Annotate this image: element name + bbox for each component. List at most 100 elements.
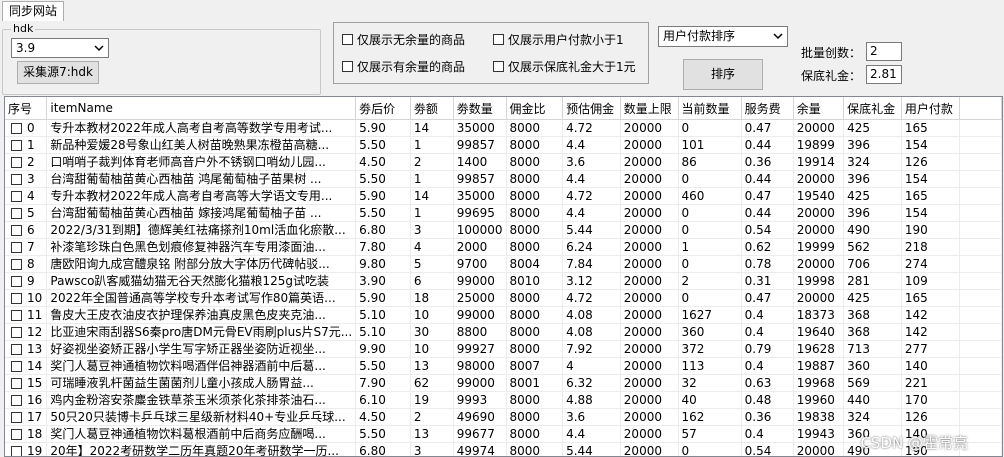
table-row[interactable]: 13 好姿视坐姿矫正器小学生写字矫正器坐姿防近视坐... 9.90 10 99927 80…: [5, 340, 1002, 358]
table-row[interactable]: 4 专升本教材2022年成人高考自考高等大学语文专用... 5.90 14 35000 8…: [5, 187, 1002, 205]
column-header[interactable]: 劵后价: [355, 97, 411, 120]
table-cell: 165: [901, 119, 960, 137]
checkbox-icon[interactable]: [342, 34, 353, 45]
table-cell: 台湾甜葡萄柚苗黄心西柚苗 鸿尾葡萄柚子苗果树 ...: [46, 170, 357, 188]
table-cell: 425: [843, 187, 902, 205]
column-header[interactable]: 数量上限: [620, 97, 679, 120]
table-row[interactable]: 19 20年】2022考研数学二历年真题20年考研数学一历... 6.80 3 4997…: [5, 442, 1002, 456]
column-header[interactable]: 劵数量: [453, 97, 507, 120]
checkbox-icon[interactable]: [11, 344, 22, 355]
table-row[interactable]: 5 台湾甜葡萄柚苗黄心西柚苗 嫁接鸿尾葡萄柚子苗 ... 5.50 1 99695 800…: [5, 204, 1002, 222]
column-header[interactable]: 佣金比: [506, 97, 564, 120]
checkbox-icon[interactable]: [493, 34, 504, 45]
table-row[interactable]: 15 可瑞睡液乳杆菌益生菌菌剂儿童小孩成人肠胃益... 7.90 62 99000 800…: [5, 374, 1002, 392]
checkbox-icon[interactable]: [11, 429, 22, 440]
row-index-cell: 5: [5, 204, 48, 222]
checkbox-icon[interactable]: [493, 61, 504, 72]
checkbox-icon[interactable]: [11, 208, 22, 219]
checkbox-icon[interactable]: [11, 395, 22, 406]
table-row[interactable]: 8 唐欧阳询九成宫醴泉铭 附部分放大字体历代碑帖驳... 9.80 5 9700 8004…: [5, 255, 1002, 273]
table-row[interactable]: 12 比亚迪宋雨刮器S6秦pro唐DM元骨EV雨刷plus片S7元... 5.10 3…: [5, 323, 1002, 341]
filter-no-stock[interactable]: 仅展示无余量的商品: [342, 31, 465, 48]
checkbox-icon[interactable]: [11, 242, 22, 253]
checkbox-icon[interactable]: [11, 140, 22, 151]
column-header[interactable]: 当前数量: [678, 97, 742, 120]
table-cell: 562: [843, 238, 902, 256]
table-cell: 1: [410, 170, 454, 188]
table-cell: 20000: [620, 340, 679, 358]
table-cell: 277: [901, 340, 960, 358]
table-cell: 20000: [620, 289, 679, 307]
table-row[interactable]: 11 鲁皮大王皮衣油皮衣护理保养油真皮黑色皮夹克油... 5.10 10 99000 80…: [5, 306, 1002, 324]
sort-button[interactable]: 排序: [683, 59, 763, 90]
row-index-cell: 15: [5, 374, 48, 392]
column-header[interactable]: 保底礼金: [843, 97, 902, 120]
column-header[interactable]: 用户付款: [901, 97, 960, 120]
table-cell: 368: [843, 323, 902, 341]
column-header[interactable]: 余量: [793, 97, 845, 120]
column-header[interactable]: 预估佣金: [562, 97, 621, 120]
filter-user-pay-lt[interactable]: 仅展示用户付款小于1: [493, 31, 624, 48]
table-cell: 8000: [506, 238, 564, 256]
checkbox-icon[interactable]: [342, 61, 353, 72]
table-row[interactable]: 17 50只20只装博卡乒乓球三星级新材料40+专业乒乓球... 4.50 2 4969…: [5, 408, 1002, 426]
column-header[interactable]: 劵额: [410, 97, 454, 120]
table-cell: 14: [410, 119, 454, 137]
table-cell: 5.50: [355, 204, 411, 222]
sort-select[interactable]: 用户付款排序: [658, 26, 788, 47]
filter-guarantee-gt[interactable]: 仅展示保底礼金大于1元: [493, 58, 636, 75]
table-cell: 20000: [620, 238, 679, 256]
checkbox-icon[interactable]: [11, 378, 22, 389]
table-cell: 8000: [506, 170, 564, 188]
checkbox-icon[interactable]: [11, 412, 22, 423]
site-select[interactable]: 3.9: [11, 38, 109, 58]
table-cell: 8000: [506, 391, 564, 409]
table-row[interactable]: 14 奖门人葛豆神通植物饮料喝酒伴侣神器酒前中后葛... 5.50 13 98000 80…: [5, 357, 1002, 375]
checkbox-icon[interactable]: [11, 123, 22, 134]
table-cell: 8010: [506, 272, 564, 290]
collect-source-button[interactable]: 采集源7:hdk: [17, 61, 99, 84]
checkbox-icon[interactable]: [11, 310, 22, 321]
table-row[interactable]: 6 2022/3/31到期】德辉美红祛痛搽剂10ml活血化瘀散... 6.80 3 10…: [5, 221, 1002, 239]
table-cell: 3.6: [562, 408, 621, 426]
column-header[interactable]: 服务费: [741, 97, 794, 120]
table-row[interactable]: 0 专升本教材2022年成人高考自考高等数学专用考试... 5.90 14 35000 8…: [5, 119, 1002, 137]
table-row[interactable]: 7 补漆笔珍珠白色黑色划痕修复神器汽车专用漆面油... 7.80 4 2000 8000 6…: [5, 238, 1002, 256]
row-index: 14: [27, 359, 43, 373]
column-header[interactable]: itemName: [46, 97, 357, 120]
product-table: 序号 itemName 劵后价 劵额 劵数量 佣金比 预估佣金 数量上限 当前数量 服务费 余量 保底…: [5, 97, 1002, 456]
column-header[interactable]: 序号: [5, 97, 48, 120]
checkbox-icon[interactable]: [11, 446, 22, 456]
table-cell: 9993: [453, 391, 507, 409]
product-grid[interactable]: 序号 itemName 劵后价 劵额 劵数量 佣金比 预估佣金 数量上限 当前数量 服务费 余量 保底…: [4, 96, 1003, 457]
table-row[interactable]: 2 口哨哨子裁判体育老师高音户外不锈钢口哨幼儿园... 4.50 2 1400 8000 3…: [5, 153, 1002, 171]
table-row[interactable]: 3 台湾甜葡萄柚苗黄心西柚苗 鸿尾葡萄柚子苗果树 ... 5.50 1 99857 800…: [5, 170, 1002, 188]
checkbox-icon[interactable]: [11, 276, 22, 287]
checkbox-icon[interactable]: [11, 327, 22, 338]
table-cell: 126: [901, 153, 960, 171]
table-row[interactable]: 10 2022年全国普通高等学校专升本考试写作80篇英语... 5.90 18 2500…: [5, 289, 1002, 307]
table-cell: 6.10: [355, 391, 411, 409]
checkbox-icon[interactable]: [11, 174, 22, 185]
checkbox-icon[interactable]: [11, 361, 22, 372]
checkbox-icon[interactable]: [11, 225, 22, 236]
tab-sync-site[interactable]: 同步网站: [2, 1, 65, 21]
checkbox-icon[interactable]: [11, 191, 22, 202]
table-row[interactable]: 9 Pawsco趴客威猫幼猫无谷天然膨化猫粮125g试吃装 3.90 6 99000 80…: [5, 272, 1002, 290]
checkbox-icon[interactable]: [11, 157, 22, 168]
chevron-down-icon: [773, 33, 783, 40]
row-index: 16: [27, 393, 43, 407]
table-cell: 0: [678, 255, 742, 273]
batch-create-input[interactable]: 2: [866, 42, 902, 61]
table-cell: 4.88: [562, 391, 621, 409]
filter-has-stock[interactable]: 仅展示有余量的商品: [342, 58, 465, 75]
table-cell: 18: [410, 289, 454, 307]
table-row[interactable]: 1 新品种爱媛28号象山红美人树苗晚熟果冻橙苗高糖... 5.50 1 99857 800…: [5, 136, 1002, 154]
table-row[interactable]: 18 奖门人葛豆神通植物饮料葛根酒前中后商务应酬喝... 5.50 13 99677 80…: [5, 425, 1002, 443]
checkbox-icon[interactable]: [11, 293, 22, 304]
row-index-cell: 2: [5, 153, 48, 171]
table-cell-filler: [959, 153, 1002, 171]
guarantee-input[interactable]: 2.81: [866, 65, 902, 84]
checkbox-icon[interactable]: [11, 259, 22, 270]
table-row[interactable]: 16 鸡内金粉溶安茶麋金铁草茶玉米须茶化茶排茶油石... 6.10 19 9993 800…: [5, 391, 1002, 409]
